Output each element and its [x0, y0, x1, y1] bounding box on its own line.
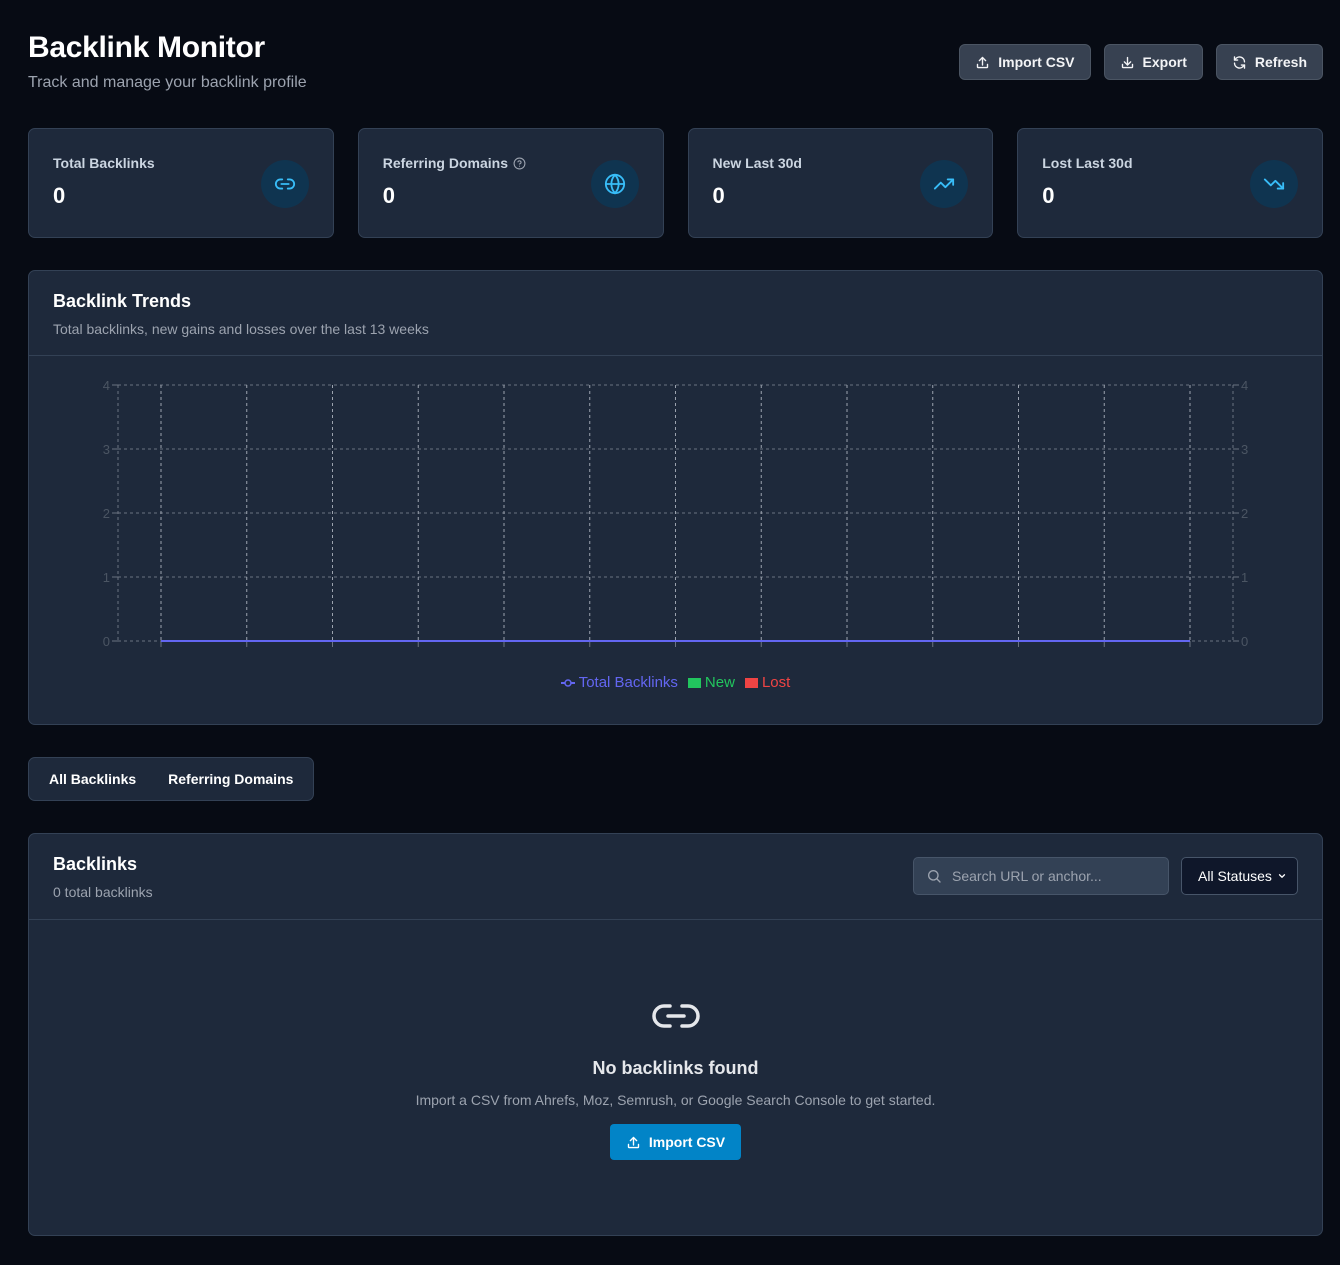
card-title: Backlink Trends: [53, 291, 192, 311]
search-icon: [928, 870, 941, 883]
import-csv-button[interactable]: Import CSV: [959, 44, 1091, 80]
legend-item-lost[interactable]: Lost: [744, 674, 791, 691]
stat-label-text: Referring Domains: [382, 155, 508, 171]
empty-import-label: Import CSV: [648, 1134, 726, 1150]
y-tick-label: 4: [103, 378, 110, 393]
legend-label: Lost: [761, 674, 791, 691]
stat-referring-domains: Referring Domains 0: [357, 128, 664, 238]
chevron-down-icon: [1278, 874, 1286, 878]
legend-item-total[interactable]: Total Backlinks: [560, 674, 678, 691]
page-header: Backlink Monitor Track and manage your b…: [28, 30, 1323, 100]
upload-icon: [627, 1136, 640, 1148]
backlinks-card: Backlinks 0 total backlinks All Statuses…: [28, 833, 1323, 1236]
card-description: Total backlinks, new gains and losses ov…: [53, 321, 429, 337]
backlink-tools: All Statuses: [913, 857, 1298, 895]
export-label: Export: [1142, 54, 1187, 70]
stat-total-backlinks: Total Backlinks 0: [28, 128, 334, 238]
export-button[interactable]: Export: [1103, 44, 1203, 80]
trending-up-icon: [920, 160, 969, 208]
empty-state: No backlinks found Import a CSV from Ahr…: [29, 999, 1322, 1160]
legend-label: New: [704, 674, 735, 691]
legend-swatch: [744, 677, 758, 688]
import-csv-label: Import CSV: [998, 54, 1075, 70]
empty-title: No backlinks found: [592, 1058, 759, 1078]
card-header: Backlink Trends Total backlinks, new gai…: [29, 271, 1322, 356]
legend-swatch: [687, 677, 701, 688]
y2-tick-label: 2: [1241, 506, 1248, 521]
chart-legend: Total Backlinks New Lost: [29, 674, 1322, 691]
view-tabs: All Backlinks Referring Domains: [28, 757, 315, 801]
y-tick-label: 2: [103, 506, 110, 521]
y2-tick-label: 1: [1241, 570, 1248, 585]
upload-icon: [977, 56, 989, 68]
header-actions: Import CSV Export Refresh: [959, 44, 1323, 80]
globe-icon: [590, 160, 639, 208]
y2-tick-label: 3: [1241, 442, 1248, 457]
legend-label: Total Backlinks: [578, 674, 678, 691]
status-filter-select[interactable]: All Statuses: [1181, 857, 1298, 895]
stat-new-last-30d: New Last 30d 0: [687, 128, 994, 238]
search-box: [913, 857, 1169, 895]
backlink-trends-chart: 0 0 1 1 2 2 3 3 4 4: [103, 378, 1248, 649]
stat-lost-last-30d: Lost Last 30d 0: [1017, 128, 1323, 238]
y-tick-label: 1: [103, 570, 110, 585]
trending-down-icon: [1250, 160, 1298, 208]
tab-all-backlinks[interactable]: All Backlinks: [33, 761, 152, 797]
download-icon: [1121, 56, 1133, 68]
help-circle-icon[interactable]: [513, 157, 526, 170]
y2-tick-label: 4: [1241, 378, 1248, 393]
empty-description: Import a CSV from Ahrefs, Moz, Semrush, …: [415, 1092, 936, 1108]
refresh-label: Refresh: [1254, 54, 1307, 70]
backlink-trends-card: Backlink Trends Total backlinks, new gai…: [28, 270, 1323, 725]
legend-item-new[interactable]: New: [687, 674, 735, 691]
status-filter-value: All Statuses: [1198, 868, 1272, 884]
refresh-button[interactable]: Refresh: [1215, 44, 1323, 80]
stats-row: Total Backlinks 0 Referring Domains 0 Ne…: [28, 128, 1323, 238]
link-icon: [651, 1004, 700, 1028]
tab-referring-domains[interactable]: Referring Domains: [152, 761, 309, 797]
y2-tick-label: 0: [1241, 634, 1248, 649]
search-input[interactable]: [950, 867, 1154, 885]
link-icon: [260, 160, 309, 208]
y-tick-label: 0: [103, 634, 110, 649]
y-tick-label: 3: [103, 442, 110, 457]
empty-import-csv-button[interactable]: Import CSV: [609, 1124, 742, 1160]
refresh-icon: [1233, 55, 1246, 69]
legend-line-marker-icon: [560, 678, 575, 687]
